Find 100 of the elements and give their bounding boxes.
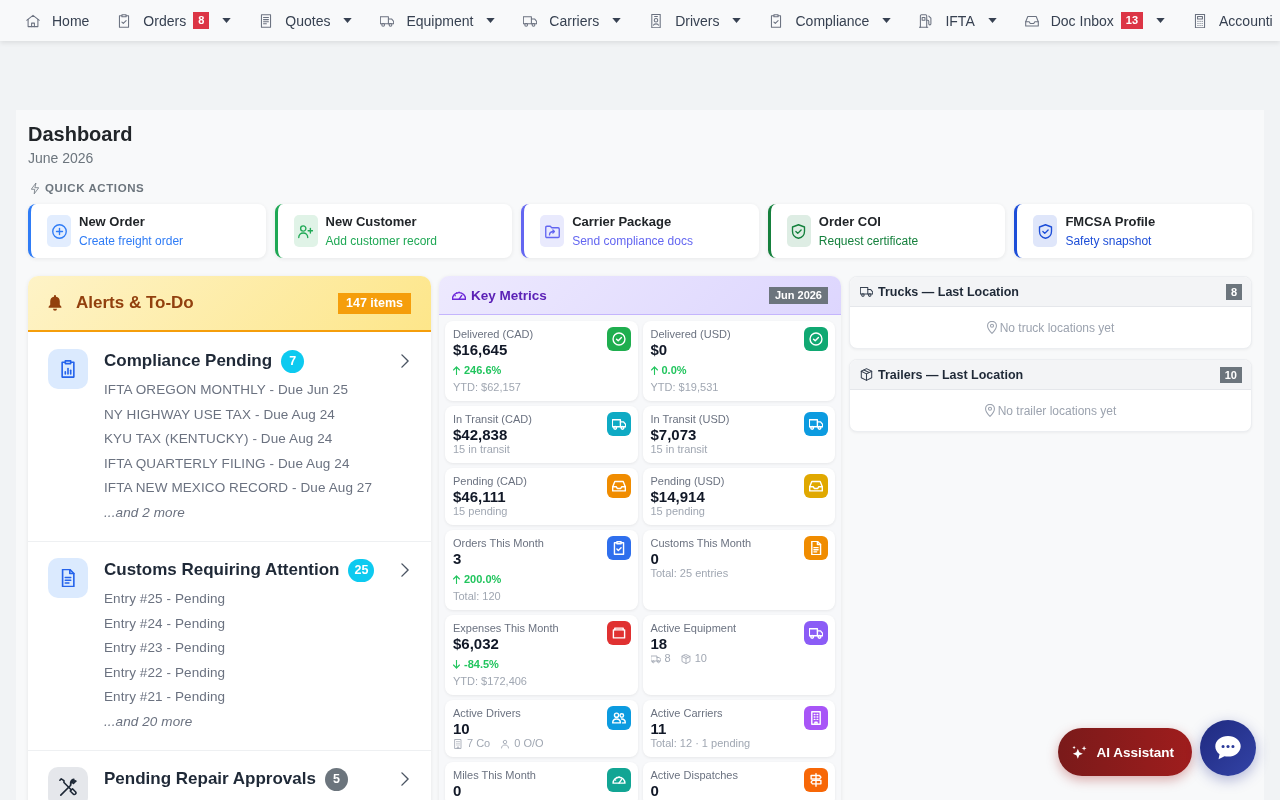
- quick-action-button[interactable]: FMCSA Profile Safety snapshot: [1014, 204, 1252, 258]
- metric-value: $16,645: [453, 341, 509, 358]
- nav-link[interactable]: IFTA: [919, 12, 997, 29]
- nav-link[interactable]: Carriers: [523, 12, 622, 29]
- metric-value: 11: [650, 720, 668, 737]
- count-badge: 10: [1219, 366, 1242, 383]
- chevron-right-icon[interactable]: [401, 772, 409, 786]
- house-icon: [26, 13, 40, 28]
- alerts-title: Alerts & To-Do: [76, 293, 194, 313]
- ai-assistant-button[interactable]: AI Assistant: [1058, 728, 1192, 776]
- metric-value: 18: [650, 635, 669, 652]
- metric-value: $0: [650, 341, 669, 358]
- panel-title: Trucks — Last Location: [878, 284, 1019, 299]
- change-percent: 200.0%: [464, 573, 502, 586]
- nav-link[interactable]: Equipment: [380, 12, 496, 29]
- count-badge: 7: [281, 349, 305, 373]
- alert-line: Entry #23 - Pending: [104, 639, 227, 657]
- metric-value: 0: [650, 782, 660, 799]
- person-icon: [500, 738, 511, 749]
- inbox-tray-icon: [1024, 13, 1039, 28]
- alert-line: Entry #22 - Pending: [104, 663, 227, 682]
- alert-line: IFTA QUARTERLY FILING - Due Aug 24: [104, 454, 351, 473]
- metric-note: Total: 12 · 1 pending: [650, 737, 752, 750]
- count-text: 8: [664, 652, 671, 665]
- nav-link[interactable]: Home: [26, 12, 90, 29]
- person-plus-icon: [293, 215, 318, 247]
- alert-group-title: Compliance Pending: [104, 351, 273, 371]
- bell-icon: [48, 295, 62, 311]
- gauge-icon: [452, 290, 466, 300]
- change-percent: 0.0%: [661, 364, 687, 377]
- metric-label: Pending (USD): [650, 475, 726, 488]
- alert-line: IFTA NEW MEXICO RECORD - Due Aug 27: [104, 479, 374, 497]
- shield-check-icon: [786, 215, 811, 247]
- page-subtitle: June 2026: [28, 149, 95, 168]
- shield-check-icon: [1033, 215, 1058, 247]
- panel-title: Key Metrics: [471, 287, 547, 303]
- clipboard-chart-icon: [48, 349, 88, 389]
- metric-label: Delivered (USD): [650, 328, 732, 341]
- alert-line: Entry #21 - Pending: [104, 688, 227, 706]
- box-icon: [680, 653, 691, 664]
- tools-icon: [48, 767, 88, 800]
- period-badge: Jun 2026: [768, 286, 828, 304]
- quick-action-button[interactable]: New Customer Add customer record: [274, 204, 513, 258]
- metric-label: Orders This Month: [453, 537, 545, 550]
- metric-label: Customs This Month: [650, 537, 753, 550]
- metric-value: 0: [453, 782, 463, 799]
- chat-bubble-icon: [1215, 736, 1241, 760]
- panel-title: Trailers — Last Location: [878, 367, 1024, 382]
- alert-group-title: Customs Requiring Attention: [104, 560, 340, 580]
- clipboard-check-icon: [117, 13, 132, 28]
- nav-link[interactable]: Drivers: [649, 12, 742, 29]
- chevron-right-icon[interactable]: [401, 563, 409, 577]
- metric-label: Active Carriers: [650, 707, 724, 720]
- metric-note: 15 pending: [453, 505, 509, 518]
- metric-label: Miles This Month: [453, 769, 537, 782]
- metric-note: 15 pending: [650, 505, 706, 518]
- map-pin-icon: [986, 321, 997, 334]
- metric-value: $6,032: [453, 635, 500, 652]
- chevron-right-icon[interactable]: [401, 354, 409, 368]
- metric-label: Pending (CAD): [453, 475, 528, 488]
- truck-icon: [523, 13, 538, 28]
- metric-label: Expenses This Month: [453, 622, 560, 635]
- count-text: 10: [694, 652, 707, 665]
- map-pin-icon: [984, 404, 995, 417]
- count-text: 7 Co: [467, 737, 491, 750]
- nav-link[interactable]: Quotes: [259, 12, 353, 29]
- count-badge: 8: [1225, 283, 1242, 300]
- count-badge: 8: [193, 12, 210, 29]
- empty-state-text: No trailer locations yet: [997, 403, 1117, 418]
- metric-value: 10: [453, 720, 471, 737]
- truck-icon: [650, 653, 661, 664]
- metric-value: $42,838: [453, 426, 509, 443]
- nav-link[interactable]: Doc Inbox 13: [1024, 12, 1165, 29]
- building-icon: [453, 738, 463, 749]
- metric-label: Delivered (CAD): [453, 328, 535, 341]
- nav-link[interactable]: Orders 8: [117, 12, 232, 29]
- alert-line: KYU TAX (KENTUCKY) - Due Aug 24: [104, 430, 334, 448]
- metric-label: In Transit (CAD): [453, 413, 533, 426]
- count-text: 0 O/O: [514, 737, 544, 750]
- truck-icon: [380, 13, 395, 28]
- metric-note: 15 in transit: [650, 443, 709, 456]
- calculator-icon: [1193, 13, 1207, 28]
- quick-action-button[interactable]: Carrier Package Send compliance docs: [521, 204, 759, 258]
- alert-line: IFTA OREGON MONTHLY - Due Jun 25: [104, 381, 349, 399]
- lightning-bolt-icon: [31, 182, 39, 194]
- document-icon: [48, 558, 88, 598]
- sparkle-icon: [1072, 744, 1088, 760]
- quick-action-button[interactable]: Order COI Request certificate: [767, 204, 1006, 258]
- count-badge: 13: [1120, 12, 1143, 29]
- metric-label: Active Drivers: [453, 707, 522, 720]
- metric-value: $46,111: [453, 488, 507, 505]
- nav-link[interactable]: Compliance: [769, 12, 892, 29]
- change-percent: -84.5%: [464, 658, 499, 671]
- change-percent: 246.6%: [464, 364, 502, 377]
- document-lines-icon: [259, 13, 274, 28]
- quick-action-button[interactable]: New Order Create freight order: [28, 204, 266, 258]
- nav-link[interactable]: Accounti: [1193, 12, 1273, 29]
- clipboard-check-icon: [769, 13, 784, 28]
- count-badge: 25: [348, 558, 375, 582]
- metric-note: YTD: $62,157: [453, 381, 522, 394]
